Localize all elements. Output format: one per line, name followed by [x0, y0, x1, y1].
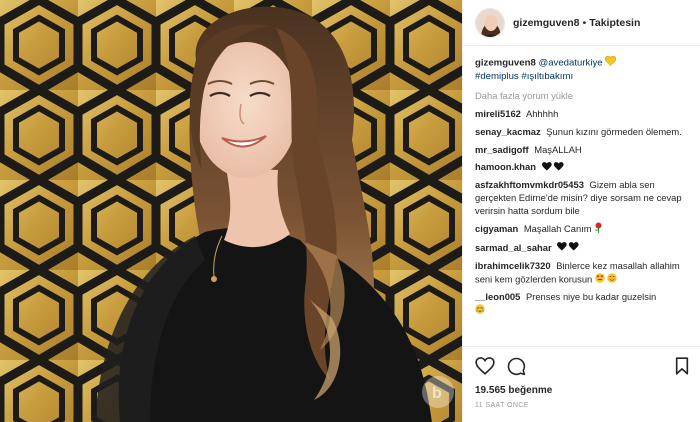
portrait-image: b: [0, 0, 462, 422]
comment-username[interactable]: cigyaman: [475, 223, 518, 234]
comment: hamoon.khan: [475, 161, 688, 174]
comment: sarmad_al_sahar: [475, 242, 688, 255]
comment-username[interactable]: sarmad_al_sahar: [475, 242, 552, 253]
svg-text:b: b: [432, 385, 442, 402]
comment: mireli5162 Ahhhhh: [475, 108, 688, 121]
comment: ibrahimcelik7320 Binlerce kez masallah a…: [475, 260, 688, 286]
comment-username[interactable]: mr_sadigoff: [475, 144, 529, 155]
comment: __leon005 Prenses niye bu kadar guzelsin: [475, 291, 688, 317]
crying-emoji: [475, 304, 485, 318]
comment-bubble-icon[interactable]: [507, 357, 526, 376]
comment-username[interactable]: hamoon.khan: [475, 161, 536, 172]
black-heart-emoji: [557, 242, 579, 255]
post-caption: gizemguven8 @avedaturkiye #demiplus #ışı…: [475, 55, 688, 83]
comment-username[interactable]: asfzakhftomvmkdr05453: [475, 179, 584, 190]
caption-hashtags[interactable]: #demiplus #ışıltıbakımı: [475, 71, 573, 82]
comment-text: Şunun kızını görmeden ölemem.: [546, 125, 682, 137]
comment-username[interactable]: ibrahimcelik7320: [475, 260, 551, 271]
caption-mention[interactable]: @avedaturkiye: [538, 58, 602, 69]
blush-emoji: [607, 272, 618, 287]
bookmark-icon[interactable]: [675, 357, 689, 375]
follow-status[interactable]: Takiptesin: [589, 17, 640, 29]
post-header: gizemguven8 • Takiptesin: [463, 0, 700, 46]
action-bar: [475, 355, 689, 377]
black-heart-emoji: [541, 161, 564, 175]
load-more-comments[interactable]: Daha fazla yorum yükle: [475, 90, 688, 101]
header-separator: •: [582, 16, 587, 29]
heart-eyes-emoji: [595, 272, 605, 287]
heart-icon[interactable]: [475, 357, 495, 375]
post-side-panel: gizemguven8 • Takiptesin gizemguven8 @av…: [462, 0, 700, 422]
comment-text: MaşALLAH: [534, 143, 582, 155]
rose-emoji: [594, 222, 603, 237]
header-username[interactable]: gizemguven8: [513, 17, 580, 29]
post-timestamp: 11 SAAT ÖNCE: [475, 402, 529, 409]
comment: senay_kacmaz Şunun kızını görmeden öleme…: [475, 126, 688, 139]
comment-text: Prenses niye bu kadar guzelsin: [525, 291, 657, 303]
comment: cigyaman Maşallah Canım: [475, 222, 688, 237]
comment-username[interactable]: __leon005: [475, 291, 520, 302]
comments-list: gizemguven8 @avedaturkiye #demiplus #ışı…: [463, 46, 700, 318]
post-photo[interactable]: b: [0, 0, 462, 422]
instagram-post: b gizemguven8 • Takiptesin gizemguven8 @…: [0, 0, 700, 422]
post-actions: 19.565 beğenme 11 SAAT ÖNCE: [463, 346, 700, 409]
comment-username[interactable]: mireli5162: [475, 108, 521, 119]
avatar-image: [476, 8, 504, 37]
avatar[interactable]: [475, 7, 505, 38]
comment: asfzakhftomvmkdr05453 Gizem abla sen ger…: [475, 179, 688, 217]
comment-text: Maşallah Canım: [523, 223, 592, 235]
comment-text: Ahhhhh: [525, 108, 559, 119]
yellow-heart-emoji: [605, 55, 617, 70]
comment: mr_sadigoff MaşALLAH: [475, 144, 688, 157]
comment-username[interactable]: senay_kacmaz: [475, 126, 541, 137]
caption-username[interactable]: gizemguven8: [475, 58, 536, 69]
like-count[interactable]: 19.565 beğenme: [475, 385, 689, 396]
